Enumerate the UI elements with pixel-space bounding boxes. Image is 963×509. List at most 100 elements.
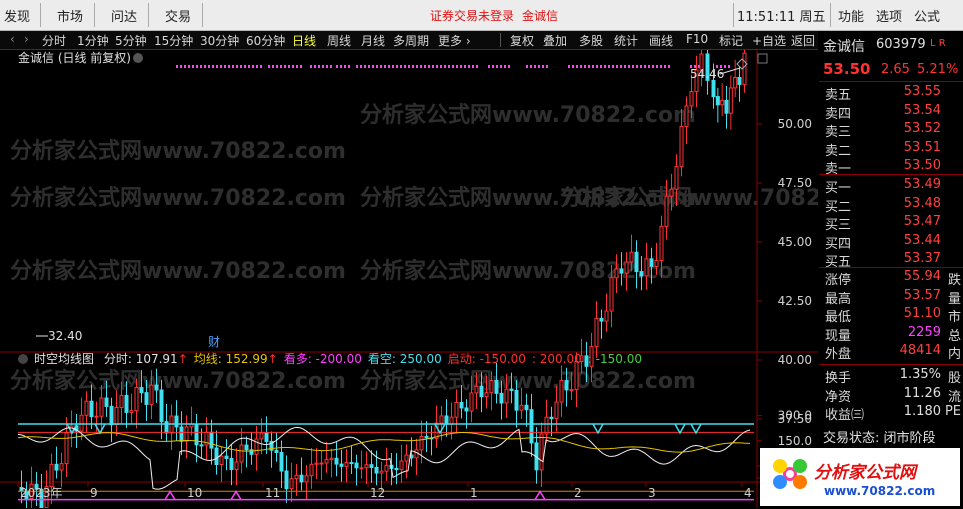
kankong-signal (690, 423, 702, 435)
menu-wenda[interactable]: 问达 (111, 6, 137, 25)
indicator-name: 时空均线图 (34, 352, 94, 366)
watermark-text: 分析家公式网www.70822.com (10, 138, 346, 164)
quote-row[interactable]: 净资 11.26 流 (825, 385, 961, 405)
quote-row[interactable]: 现量 2259 总 (825, 325, 961, 344)
signal-dot (388, 65, 390, 68)
action-add-watchlist[interactable]: +自选 (752, 32, 786, 49)
quote-row-value: 11.26 (903, 385, 941, 401)
action-fuquan[interactable]: 复权 (510, 32, 534, 49)
quote-row[interactable]: 最低 51.10 市 (825, 306, 961, 326)
candle-body (319, 462, 324, 465)
panel-toggle-icon[interactable] (757, 53, 768, 64)
period-multi[interactable]: 多周期 (393, 32, 429, 49)
menu-trade[interactable]: 交易 (165, 6, 191, 25)
quote-row-value: 53.48 (903, 195, 941, 211)
kankong-signal (592, 423, 604, 435)
right-arrow-icon[interactable]: › (24, 32, 29, 46)
finance-marker[interactable]: 财 (208, 335, 220, 349)
quote-row-value: 55.94 (903, 269, 941, 284)
kankong-signal (674, 423, 686, 435)
indicator-tick-label: 300.0 (778, 409, 812, 423)
signal-dot (496, 65, 498, 68)
menu-function[interactable]: 功能 (838, 6, 864, 25)
time-tick-label: 9 (90, 486, 98, 500)
quote-row[interactable]: 涨停 55.94 跌 (825, 269, 961, 288)
candle-body (109, 405, 114, 426)
period-1min[interactable]: 1分钟 (77, 32, 109, 49)
candle-body (309, 463, 314, 477)
up-arrow-icon: ↑ (178, 352, 188, 366)
candle-body (414, 449, 419, 459)
quote-row[interactable]: 卖二 53.51 (825, 140, 961, 159)
signal-dot (440, 65, 442, 68)
quote-row-label: 最低 (825, 310, 852, 326)
menu-market[interactable]: 市场 (57, 6, 83, 25)
candle-body (742, 52, 747, 85)
menu-discover[interactable]: 发现 (4, 6, 30, 25)
quote-row[interactable]: 买一 53.49 (825, 177, 961, 196)
quote-row[interactable]: 收益㈢ 1.180 PE (825, 404, 961, 423)
candle-body (324, 459, 329, 464)
action-f10[interactable]: F10 (686, 32, 708, 46)
quote-row[interactable]: 换手 1.35% 股 (825, 367, 961, 386)
signal-dot (208, 65, 210, 68)
signal-dot (620, 65, 622, 68)
quote-row-label: 卖五 (825, 88, 852, 103)
period-15min[interactable]: 15分钟 (154, 32, 193, 49)
action-back[interactable]: 返回 (791, 32, 815, 49)
candle-body (379, 470, 384, 474)
period-5min[interactable]: 5分钟 (115, 32, 147, 49)
period-monthly[interactable]: 月线 (361, 32, 385, 49)
candle-body (179, 426, 184, 442)
login-warning[interactable]: 证券交易未登录 (430, 7, 514, 24)
quote-row[interactable]: 最高 53.57 量 (825, 288, 961, 307)
period-more[interactable]: 更多 › (438, 32, 471, 49)
quote-row[interactable]: 卖五 53.55 (825, 84, 961, 103)
signal-dot (260, 65, 262, 68)
candle-body (644, 258, 649, 277)
trade-status: 交易状态: 闭市阶段 (823, 431, 936, 446)
quote-row-label: 净资 (825, 389, 852, 405)
action-stats[interactable]: 统计 (614, 32, 638, 49)
candle-body (334, 457, 339, 465)
menu-divider (202, 3, 203, 27)
signal-dot (468, 65, 470, 68)
watermark-text: 分析家公式网www.70822.com (360, 368, 696, 394)
period-60min[interactable]: 60分钟 (246, 32, 285, 49)
candle-body (244, 444, 249, 451)
action-mark[interactable]: 标记 (719, 32, 743, 49)
kline-chart[interactable]: 分析家公式网www.70822.com 分析家公式网www.70822.com 分析… (0, 50, 818, 508)
candle-body (439, 415, 444, 424)
price-tick-label: 45.00 (778, 235, 812, 249)
action-draw[interactable]: 画线 (649, 32, 673, 49)
quote-row[interactable]: 买三 53.47 (825, 214, 961, 233)
quote-row[interactable]: 卖四 53.54 (825, 103, 961, 122)
action-overlay[interactable]: 叠加 (543, 32, 567, 49)
signal-dot (632, 65, 634, 68)
chart-settings-icon[interactable] (133, 53, 143, 63)
quote-row[interactable]: 卖三 53.52 (825, 121, 961, 140)
signal-dot (584, 65, 586, 68)
period-weekly[interactable]: 周线 (327, 32, 351, 49)
period-fenshi[interactable]: 分时 (42, 32, 66, 49)
quote-row-label: 卖二 (825, 143, 852, 159)
quote-row[interactable]: 买二 53.48 (825, 195, 961, 215)
kanduo-signal (230, 490, 242, 500)
signal-dot (236, 65, 238, 68)
period-daily[interactable]: 日线 (292, 32, 316, 49)
candle-body (469, 392, 474, 412)
candle-body (149, 384, 154, 405)
candle-body (294, 474, 299, 480)
quote-row-label: 换手 (825, 371, 852, 386)
menu-options[interactable]: 选项 (876, 6, 902, 25)
quote-row[interactable]: 外盘 48414 内 (825, 343, 961, 362)
quote-row[interactable]: 买四 53.44 (825, 233, 961, 252)
action-multistock[interactable]: 多股 (579, 32, 603, 49)
indicator-settings-icon[interactable] (18, 354, 28, 364)
left-arrow-icon[interactable]: ‹ (10, 32, 15, 46)
menu-formula[interactable]: 公式 (914, 6, 940, 25)
candle-body (274, 449, 279, 453)
quote-row-value: 53.47 (903, 214, 941, 230)
period-30min[interactable]: 30分钟 (200, 32, 239, 49)
signal-dot (384, 65, 386, 68)
